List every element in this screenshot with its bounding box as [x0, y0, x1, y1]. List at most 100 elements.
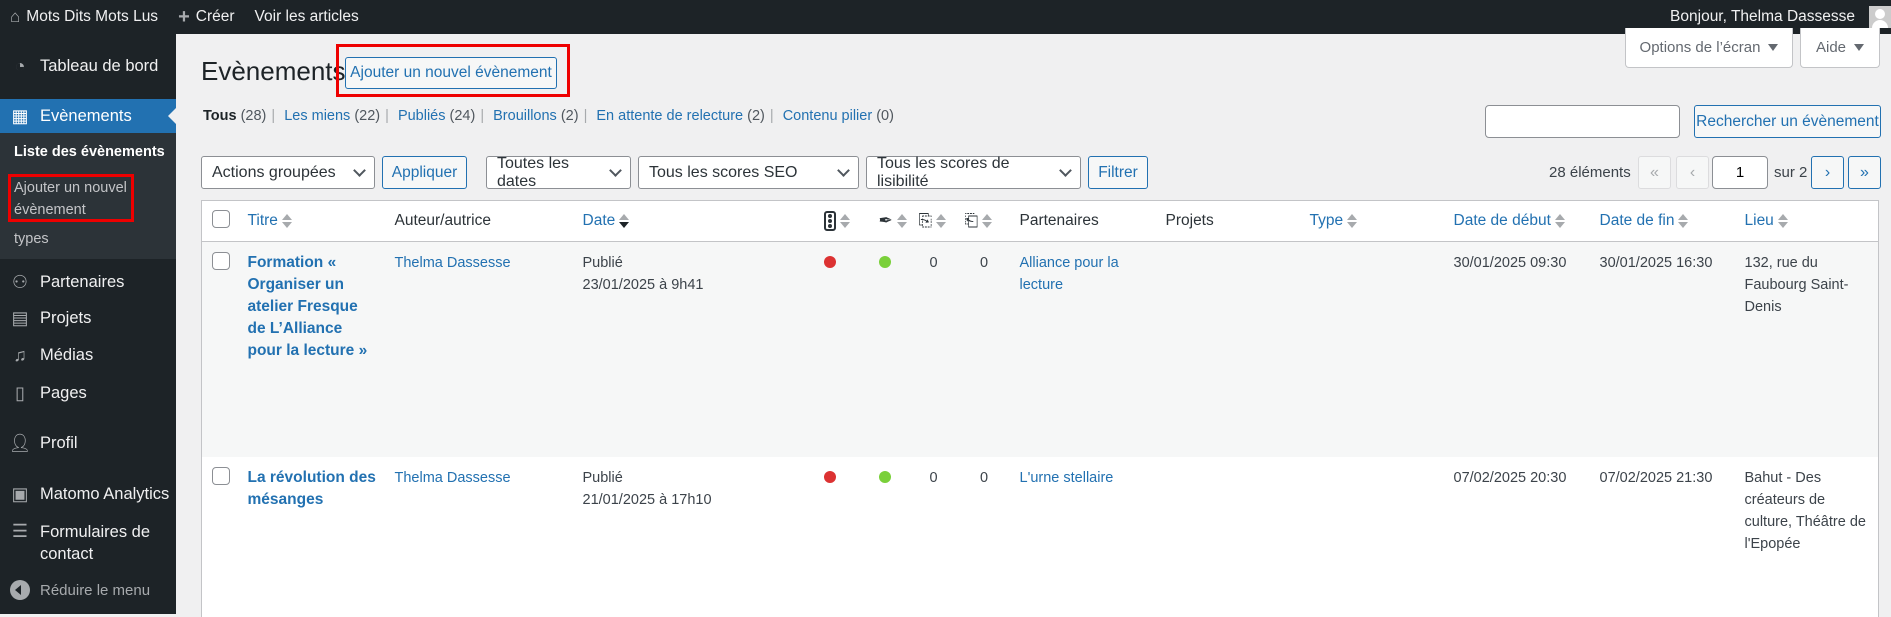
- caret-down-icon: [1854, 44, 1865, 51]
- sidebar-item-dashboard[interactable]: ◔ Tableau de bord: [0, 50, 176, 82]
- partner-link[interactable]: L'urne stellaire: [1020, 470, 1114, 486]
- sidebar-item-profile[interactable]: 👤︎ Profil: [0, 427, 176, 459]
- sort-icon: [936, 214, 947, 228]
- status-filter-links: Tous (28) | Les miens (22) | Publiés (24) |…: [203, 108, 894, 124]
- column-partners: Partenaires: [1011, 200, 1158, 242]
- collapse-arrow-icon: [10, 580, 30, 600]
- collapse-menu-button[interactable]: Réduire le menu: [10, 580, 150, 600]
- chevron-down-icon: [609, 163, 622, 177]
- view-drafts[interactable]: Brouillons (2): [493, 108, 578, 124]
- table-row: La révolution des mésanges Thelma Dasses…: [202, 457, 1879, 617]
- post-status: Publié: [582, 255, 623, 271]
- event-title-link[interactable]: La révolution des mésanges: [248, 469, 376, 508]
- author-link[interactable]: Thelma Dassesse: [395, 470, 511, 486]
- event-title-link[interactable]: Formation « Organiser un atelier Fresque…: [248, 254, 368, 359]
- create-link[interactable]: + Créer: [168, 0, 244, 34]
- view-published[interactable]: Publiés (24): [398, 108, 475, 124]
- submenu-event-list[interactable]: Liste des évènements: [14, 141, 165, 163]
- view-mine[interactable]: Les miens (22): [284, 108, 380, 124]
- column-type[interactable]: Type: [1301, 200, 1446, 242]
- seo-filter-select[interactable]: Tous les scores SEO: [638, 156, 859, 189]
- projects-cell: [1158, 457, 1302, 617]
- sidebar-item-projects[interactable]: ▤ Projets: [0, 302, 176, 334]
- site-name-link[interactable]: ⌂ Mots Dits Mots Lus: [0, 0, 168, 34]
- filter-button[interactable]: Filtrer: [1088, 156, 1148, 189]
- sidebar-item-partners[interactable]: ⚇ Partenaires: [0, 266, 176, 298]
- column-title[interactable]: Titre: [239, 200, 387, 242]
- search-button[interactable]: Rechercher un évènement: [1694, 105, 1881, 138]
- column-start-date[interactable]: Date de début: [1445, 200, 1592, 242]
- chevron-down-icon: [1059, 163, 1072, 177]
- avatar: [1869, 6, 1891, 28]
- next-page-button[interactable]: ›: [1811, 156, 1844, 189]
- row-checkbox[interactable]: [212, 252, 230, 270]
- column-end-date[interactable]: Date de fin: [1591, 200, 1737, 242]
- search-input[interactable]: [1485, 105, 1680, 138]
- current-page-input[interactable]: [1712, 156, 1768, 189]
- seo-score-dot: [823, 470, 836, 483]
- inbound-links-count: 0: [910, 241, 957, 457]
- readability-filter-select[interactable]: Tous les scores de lisibilité: [866, 155, 1081, 190]
- grid-icon: ▤: [11, 307, 29, 328]
- inbound-links-count: 0: [929, 469, 938, 486]
- page-title: Evènements: [201, 56, 346, 86]
- view-cornerstone[interactable]: Contenu pilier (0): [783, 108, 894, 124]
- column-author: Auteur/autrice: [386, 200, 575, 242]
- highlight-box: [8, 174, 134, 222]
- feather-icon: ✒: [878, 211, 893, 230]
- column-outbound-links[interactable]: ⎗: [956, 200, 1012, 242]
- row-checkbox[interactable]: [212, 466, 230, 485]
- author-link[interactable]: Thelma Dassesse: [395, 255, 511, 271]
- add-new-event-button[interactable]: Ajouter un nouvel évènement: [345, 57, 557, 89]
- sort-desc-icon: [619, 213, 630, 228]
- start-date: 07/02/2025 20:30: [1453, 469, 1567, 486]
- table-row: Formation « Organiser un atelier Fresque…: [201, 241, 1879, 457]
- sidebar-item-media[interactable]: ♫ Médias: [0, 339, 176, 371]
- sidebar-item-events[interactable]: ▦ Evènements: [0, 99, 176, 133]
- post-date: 23/01/2025 à 9h41: [582, 277, 704, 293]
- column-place[interactable]: Lieu: [1736, 200, 1879, 242]
- apply-button[interactable]: Appliquer: [382, 156, 467, 189]
- sitemap-icon: ⚇: [11, 271, 29, 292]
- last-page-button[interactable]: »: [1848, 156, 1881, 189]
- column-date[interactable]: Date: [574, 200, 816, 242]
- items-count: 28 éléments: [1549, 164, 1631, 181]
- submenu-types[interactable]: types: [14, 228, 49, 250]
- date-filter-select[interactable]: Toutes les dates: [486, 155, 631, 190]
- partner-link[interactable]: Alliance pour la lecture: [1020, 255, 1119, 293]
- outbound-links-icon: ⎗: [964, 211, 979, 230]
- user-icon: 👤︎: [8, 432, 32, 453]
- forms-icon: ☰: [11, 520, 29, 541]
- media-icon: ♫: [13, 344, 27, 365]
- readability-score-dot: [878, 470, 891, 483]
- column-inbound-links[interactable]: ⎘: [910, 200, 957, 242]
- inbound-links-icon: ⎘: [918, 211, 933, 230]
- sort-icon: [281, 213, 292, 228]
- view-posts-link[interactable]: Voir les articles: [245, 0, 369, 34]
- sidebar: ◔ Tableau de bord ▦ Evènements Liste des é…: [0, 34, 176, 614]
- type-cell: [1301, 241, 1446, 457]
- calendar-icon: ▦: [11, 105, 29, 126]
- column-seo-score[interactable]: [815, 200, 871, 242]
- sort-icon: [982, 214, 993, 228]
- screen-options-button[interactable]: Options de l’écran: [1625, 28, 1793, 68]
- sort-icon: [1678, 213, 1689, 228]
- dashboard-icon: ◔: [14, 55, 26, 76]
- projects-cell: [1157, 241, 1302, 457]
- view-all[interactable]: Tous (28): [203, 108, 266, 124]
- view-pending[interactable]: En attente de relecture (2): [596, 108, 764, 124]
- end-date: 07/02/2025 21:30: [1599, 469, 1713, 486]
- caret-down-icon: [1768, 44, 1779, 51]
- help-button[interactable]: Aide: [1800, 28, 1880, 68]
- column-readability[interactable]: ✒: [870, 200, 911, 242]
- chevron-down-icon: [353, 163, 366, 177]
- sort-icon: [1554, 213, 1565, 228]
- select-all-checkbox[interactable]: [212, 209, 230, 228]
- sidebar-item-forms[interactable]: ☰ Formulaires de contact: [0, 521, 176, 567]
- bulk-actions-select[interactable]: Actions groupées: [201, 156, 375, 189]
- seo-traffic-light-icon: [823, 211, 836, 231]
- type-cell: [1302, 457, 1446, 617]
- sort-icon: [896, 214, 907, 228]
- sidebar-item-pages[interactable]: ▯ Pages: [0, 377, 176, 409]
- sidebar-item-matomo[interactable]: ▣ Matomo Analytics: [0, 478, 176, 510]
